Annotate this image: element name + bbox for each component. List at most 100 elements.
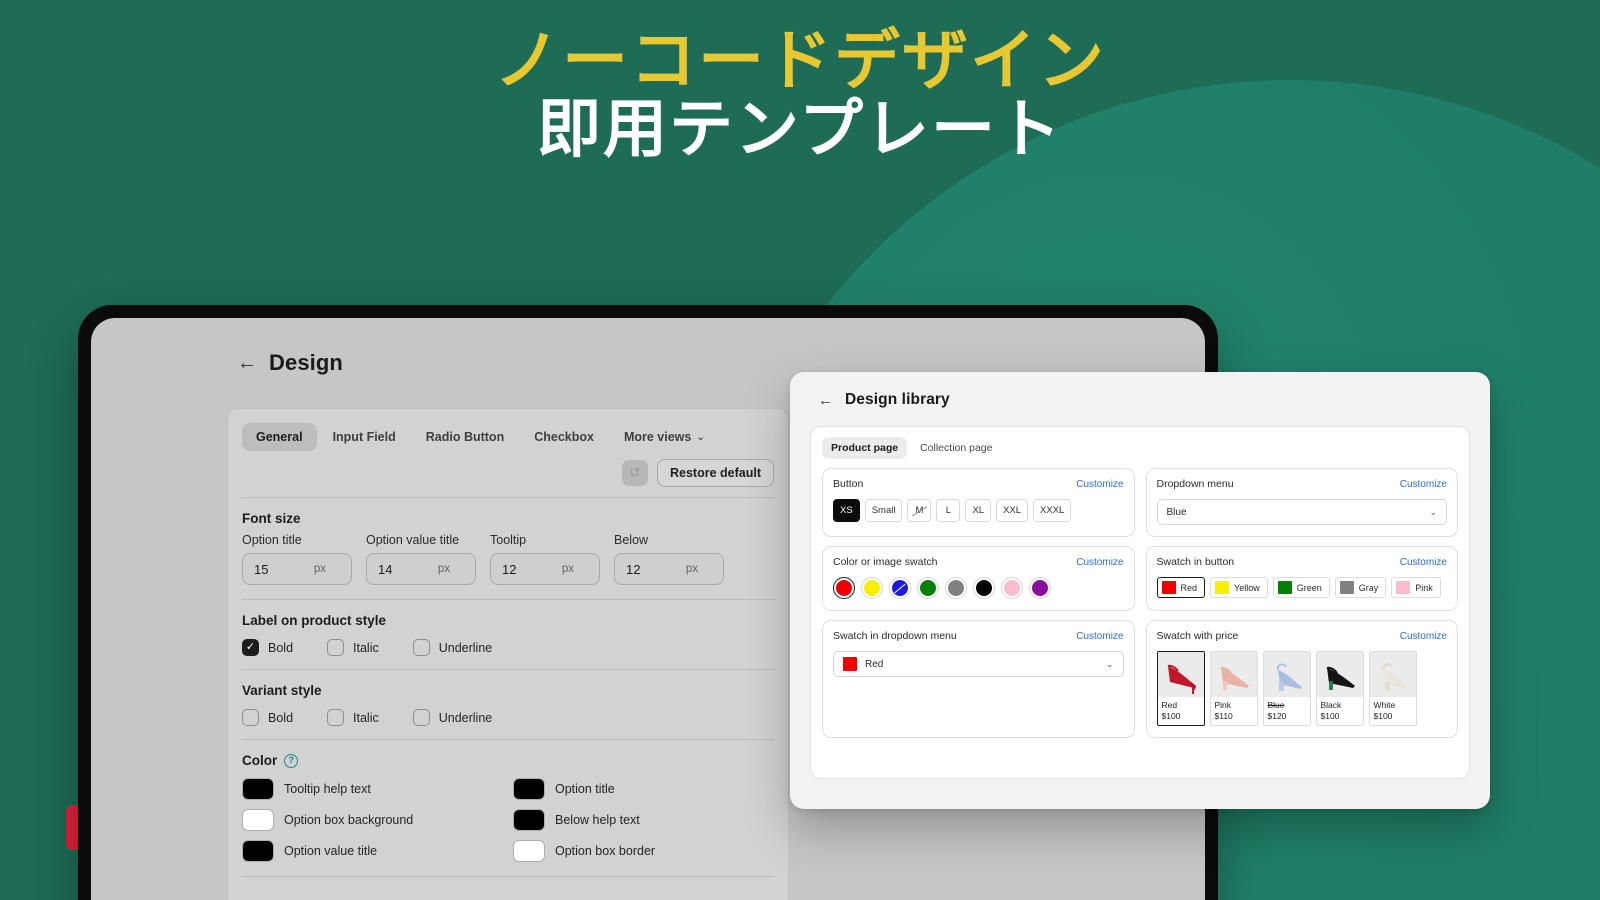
option-value-title-size-input[interactable]: 14 px	[366, 553, 476, 585]
color-label: Option box border	[555, 844, 656, 858]
library-box-button: Button Customize XS Small M L XL XXL XXX…	[822, 468, 1135, 537]
size-button-xxl[interactable]: XXL	[996, 499, 1029, 522]
checkbox-label-italic[interactable]: Italic	[327, 639, 379, 656]
swatch-button-pink[interactable]: Pink	[1391, 577, 1441, 598]
swatch-circle-blue[interactable]	[889, 577, 911, 599]
option-title-size-input[interactable]: 15 px	[242, 553, 352, 585]
color-item-option-box-background[interactable]: Option box background	[242, 809, 503, 831]
color-swatch[interactable]	[242, 778, 274, 800]
field-tooltip: Tooltip 12 px	[490, 533, 600, 585]
swatch-circle-purple[interactable]	[1029, 577, 1051, 599]
font-size-section-title: Font size	[242, 511, 301, 526]
below-size-input[interactable]: 12 px	[614, 553, 724, 585]
field-unit: px	[685, 563, 698, 575]
size-button-m[interactable]: M	[907, 499, 932, 522]
swatch-button-yellow[interactable]: Yellow	[1210, 577, 1268, 598]
color-swatch[interactable]	[242, 840, 274, 862]
tab-collection-page[interactable]: Collection page	[911, 437, 1001, 459]
tab-checkbox[interactable]: Checkbox	[520, 423, 608, 451]
design-library-grid: Button Customize XS Small M L XL XXL XXX…	[822, 468, 1458, 739]
swatch-fill	[976, 580, 992, 596]
tab-radio-button[interactable]: Radio Button	[412, 423, 518, 451]
swatch-dropdown-select[interactable]: Red ⌄	[833, 651, 1124, 677]
undo-button[interactable]: ↺	[622, 460, 648, 486]
checkbox-label-underline[interactable]: Underline	[412, 639, 492, 656]
field-value: 15	[254, 561, 269, 577]
color-label: Option title	[555, 782, 615, 796]
color-swatch[interactable]	[242, 809, 274, 831]
shoe-icon	[1382, 663, 1408, 691]
checkbox-box[interactable]: ✓	[242, 639, 259, 656]
checkbox-label: Bold	[268, 640, 294, 655]
swatch-button-gray[interactable]: Gray	[1334, 577, 1387, 598]
size-button-xs[interactable]: XS	[833, 499, 860, 522]
checkbox-variant-underline[interactable]: Underline	[412, 709, 492, 726]
swatch-circle-yellow[interactable]	[861, 577, 883, 599]
swatch-fill	[920, 580, 936, 596]
tooltip-size-input[interactable]: 12 px	[490, 553, 600, 585]
customize-link[interactable]: Customize	[1076, 631, 1123, 642]
color-item-option-title[interactable]: Option title	[513, 778, 774, 800]
field-option-title: Option title 15 px	[242, 533, 352, 585]
color-swatch[interactable]	[513, 809, 545, 831]
product-image-blue	[1263, 652, 1310, 697]
design-library-title: Design library	[845, 391, 950, 408]
checkbox-box[interactable]	[327, 709, 345, 726]
color-section-title-row: Color ?	[228, 740, 788, 768]
field-value: 12	[502, 561, 517, 577]
tab-product-page[interactable]: Product page	[822, 437, 908, 459]
field-below: Below 12 px	[614, 533, 724, 585]
checkbox-box[interactable]	[412, 639, 430, 656]
swatch-button-green[interactable]: Green	[1272, 577, 1330, 598]
swatch-fill	[864, 580, 880, 596]
checkbox-box[interactable]	[412, 709, 430, 726]
color-item-option-value-title[interactable]: Option value title	[242, 840, 503, 862]
checkbox-box[interactable]	[327, 639, 345, 656]
size-button-row: XS Small M L XL XXL XXXL	[833, 499, 1124, 522]
checkbox-variant-italic[interactable]: Italic	[327, 709, 379, 726]
color-item-option-box-border[interactable]: Option box border	[513, 840, 774, 862]
swatch-chip	[843, 657, 857, 671]
price-card-pink[interactable]: Pink $110	[1209, 651, 1258, 727]
restore-default-button[interactable]: Restore default	[657, 459, 774, 487]
customize-link[interactable]: Customize	[1400, 631, 1447, 642]
customize-link[interactable]: Customize	[1076, 557, 1123, 568]
swatch-circle-gray[interactable]	[945, 577, 967, 599]
help-icon[interactable]: ?	[284, 753, 299, 768]
size-button-xxxl[interactable]: XXXL	[1033, 499, 1072, 522]
library-box-color-or-image-swatch: Color or image swatch Customize	[822, 546, 1135, 611]
dropdown-menu-select[interactable]: Blue ⌄	[1156, 499, 1447, 525]
swatch-circle-pink[interactable]	[1001, 577, 1023, 599]
color-swatch[interactable]	[513, 778, 545, 800]
size-button-l[interactable]: L	[936, 499, 961, 522]
price-card-white[interactable]: White $100	[1368, 651, 1417, 727]
customize-link[interactable]: Customize	[1400, 479, 1447, 490]
price-card-black[interactable]: Black $100	[1315, 651, 1364, 727]
headline: ノーコードデザイン 即用テンプレート	[0, 25, 1600, 164]
price-card-blue[interactable]: Blue $120	[1262, 651, 1311, 727]
customize-link[interactable]: Customize	[1076, 479, 1123, 490]
tab-input-field[interactable]: Input Field	[319, 423, 410, 451]
back-arrow-icon[interactable]: ←	[237, 353, 257, 373]
checkbox-label-bold[interactable]: ✓ Bold	[242, 639, 293, 656]
price-card-red[interactable]: Red $100	[1156, 651, 1205, 727]
design-page-header: ← Design	[237, 350, 343, 376]
color-label: Option value title	[284, 844, 378, 858]
customize-link[interactable]: Customize	[1400, 557, 1447, 568]
swatch-circle-green[interactable]	[917, 577, 939, 599]
variant-style-section-title: Variant style	[242, 683, 322, 698]
checkbox-variant-bold[interactable]: Bold	[242, 709, 293, 726]
checkbox-box[interactable]	[242, 709, 259, 726]
tab-more-views[interactable]: More views ⌄	[610, 423, 719, 451]
size-button-xl[interactable]: XL	[965, 499, 992, 522]
swatch-button-red[interactable]: Red	[1156, 577, 1206, 598]
color-swatch[interactable]	[513, 840, 545, 862]
color-item-tooltip-help-text[interactable]: Tooltip help text	[242, 778, 503, 800]
size-button-small[interactable]: Small	[864, 499, 903, 522]
color-item-below-help-text[interactable]: Below help text	[513, 809, 774, 831]
back-arrow-icon[interactable]: ←	[818, 393, 833, 408]
swatch-circle-red[interactable]	[833, 577, 855, 599]
field-unit: px	[437, 563, 450, 575]
tab-general[interactable]: General	[242, 423, 317, 451]
swatch-circle-black[interactable]	[973, 577, 995, 599]
